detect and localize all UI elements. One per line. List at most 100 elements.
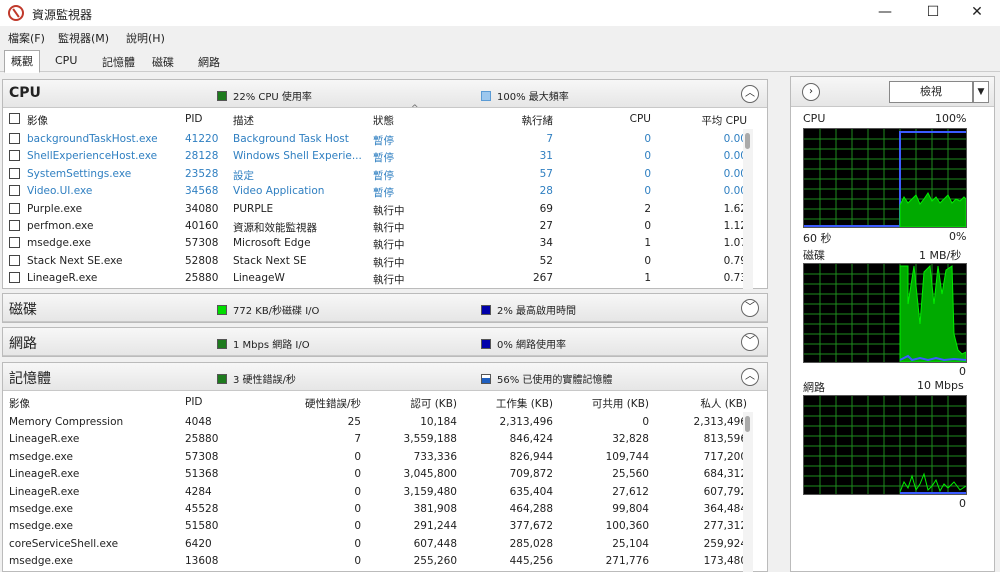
table-row[interactable]: ShellExperienceHost.exe 28128 Windows Shel… [3,148,747,165]
col-pid[interactable]: PID [185,113,203,125]
row-checkbox[interactable] [9,185,20,197]
disk-section-header[interactable]: 磁碟 772 KB/秒磁碟 I/O 2% 最高啟用時間 ﹀ [3,294,767,322]
table-row[interactable]: perfmon.exe 40160 資源和效能監視器 執行中 27 0 1.12 [3,218,747,235]
col-hard-faults[interactable]: 硬性錯誤/秒 [243,396,361,411]
table-row[interactable]: backgroundTaskHost.exe 41220 Background Ta… [3,131,747,148]
col-working-set[interactable]: 工作集 (KB) [469,396,553,411]
cell-avg: 0.73 [723,272,747,285]
tab-network[interactable]: 網路 [192,52,226,72]
cell-desc: PURPLE [233,202,274,215]
expand-chevron-icon[interactable]: ﹀ [741,333,759,351]
window-title: 資源監視器 [32,8,93,22]
menu-help[interactable]: 說明(H) [126,30,165,46]
cell-threads: 28 [539,185,553,198]
cpu-usage-swatch [217,91,227,101]
row-checkbox[interactable] [9,220,20,231]
table-row[interactable]: Purple.exe 34080 PURPLE 執行中 69 2 1.62 [3,201,747,218]
tab-overview[interactable]: 概觀 [4,50,40,73]
minimize-button[interactable]: — [862,0,908,26]
disk-graph-max: 1 MB/秒 [919,249,962,262]
view-button[interactable]: 檢視 [889,81,973,103]
cell-working-set: 635,404 [509,485,553,498]
overview-sections: CPU 22% CPU 使用率 100% 最大頻率 ︿ 影像 PID 描述 狀態… [0,76,770,572]
menu-file[interactable]: 檔案(F) [8,30,45,46]
menu-monitor[interactable]: 監視器(M) [58,30,109,46]
cpu-table-scrollbar[interactable] [743,129,753,289]
maximize-button[interactable]: ☐ [910,0,956,26]
col-cpu[interactable]: CPU [571,113,651,125]
collapse-chevron-icon[interactable]: ︿ [741,368,759,386]
cpu-section-header[interactable]: CPU 22% CPU 使用率 100% 最大頻率 ︿ [3,80,767,108]
memory-table-scrollbar[interactable] [743,412,753,572]
table-row[interactable]: LineageR.exe 25880 7 3,559,188 846,424 32,828… [3,431,747,448]
tab-memory[interactable]: 記憶體 [96,52,141,72]
scroll-thumb[interactable] [745,416,750,432]
col-threads[interactable]: 執行緒 [473,113,554,128]
cell-avg: 1.07 [723,237,747,250]
cell-pid: 52808 [185,254,219,267]
col-status[interactable]: 狀態 [373,113,394,128]
row-checkbox[interactable] [9,133,20,144]
cell-pid: 25880 [185,272,219,285]
cell-image: LineageR.exe [9,433,80,446]
row-checkbox[interactable] [9,202,20,214]
col-shareable[interactable]: 可共用 (KB) [565,396,649,411]
col-image[interactable]: 影像 [9,396,30,411]
table-row[interactable]: Memory Compression 4048 25 10,184 2,313,496 0… [3,414,747,431]
table-row[interactable]: LineageR.exe 4284 0 3,159,480 635,404 27,612 6… [3,484,747,501]
table-row[interactable]: SystemSettings.exe 23528 設定 暫停 57 0 0.00 [3,166,747,183]
row-checkbox[interactable] [9,254,20,266]
tab-disk[interactable]: 磁碟 [146,52,180,72]
col-private[interactable]: 私人 (KB) [661,396,747,411]
table-row[interactable]: coreServiceShell.exe 6420 0 607,448 285,028 2… [3,536,747,553]
col-avg-cpu[interactable]: 平均 CPU [663,113,747,128]
cell-desc: 設定 [233,169,254,182]
cell-pid: 25880 [185,433,219,446]
tab-cpu[interactable]: CPU [49,52,83,72]
view-dropdown-icon[interactable]: ▼ [973,81,989,103]
cell-image: backgroundTaskHost.exe [27,133,158,145]
cell-image: msedge.exe [27,237,91,250]
table-row[interactable]: msedge.exe 57308 Microsoft Edge 執行中 34 1 1.07 [3,235,747,252]
col-commit[interactable]: 認可 (KB) [373,396,457,411]
cell-shareable: 25,560 [612,468,649,481]
row-checkbox[interactable] [9,272,20,284]
scroll-thumb[interactable] [745,133,750,149]
collapse-pane-icon[interactable]: › [802,83,820,101]
tab-bar: 概觀 CPU 記憶體 磁碟 網路 [0,48,1000,73]
row-checkbox[interactable] [9,167,20,179]
network-io-text: 1 Mbps 網路 I/O [233,340,310,351]
cell-working-set: 285,028 [509,537,553,550]
collapse-chevron-icon[interactable]: ︿ [741,85,759,103]
table-row[interactable]: LineageR.exe 51368 0 3,045,800 709,872 25,560… [3,466,747,483]
cell-private: 364,484 [703,503,747,515]
cell-status: 暫停 [373,152,394,165]
expand-chevron-icon[interactable]: ﹀ [741,299,759,317]
col-pid[interactable]: PID [185,396,203,408]
table-row[interactable]: LineageR.exe 25880 LineageW 執行中 267 1 0.73 [3,270,747,287]
select-all-checkbox[interactable] [9,113,20,124]
row-checkbox[interactable] [9,237,20,249]
disk-graph-label: 磁碟 [803,249,825,262]
cell-hard-faults: 0 [354,520,361,533]
table-row[interactable]: msedge.exe 13608 0 255,260 445,256 271,776 173… [3,553,747,570]
cell-private: 259,924 [703,537,747,550]
table-row[interactable]: msedge.exe 57308 0 733,336 826,944 109,744 717… [3,449,747,466]
network-section-header[interactable]: 網路 1 Mbps 網路 I/O 0% 網路使用率 ﹀ [3,328,767,356]
cell-image: msedge.exe [9,555,73,568]
close-button[interactable]: ✕ [954,0,1000,26]
col-description[interactable]: 描述 [233,113,254,128]
cell-cpu: 0 [644,185,651,198]
cell-cpu: 0 [644,150,651,163]
cell-private: 813,596 [703,433,747,446]
network-graph-svg [804,396,966,494]
table-row[interactable]: Stack Next SE.exe 52808 Stack Next SE 執行中 52… [3,253,747,270]
table-row[interactable]: msedge.exe 45528 0 381,908 464,288 99,804 364,… [3,501,747,518]
row-checkbox[interactable] [9,150,20,162]
col-image[interactable]: 影像 [27,113,48,128]
cell-pid: 51368 [185,468,219,481]
memory-section-header[interactable]: 記憶體 3 硬性錯誤/秒 56% 已使用的實體記憶體 ︿ [3,363,767,391]
table-row[interactable]: Video.UI.exe 34568 Video Application 暫停 28 0 0… [3,183,747,200]
table-row[interactable]: msedge.exe 51580 0 291,244 377,672 100,360 277… [3,518,747,535]
network-io-stat: 1 Mbps 網路 I/O [217,336,310,351]
